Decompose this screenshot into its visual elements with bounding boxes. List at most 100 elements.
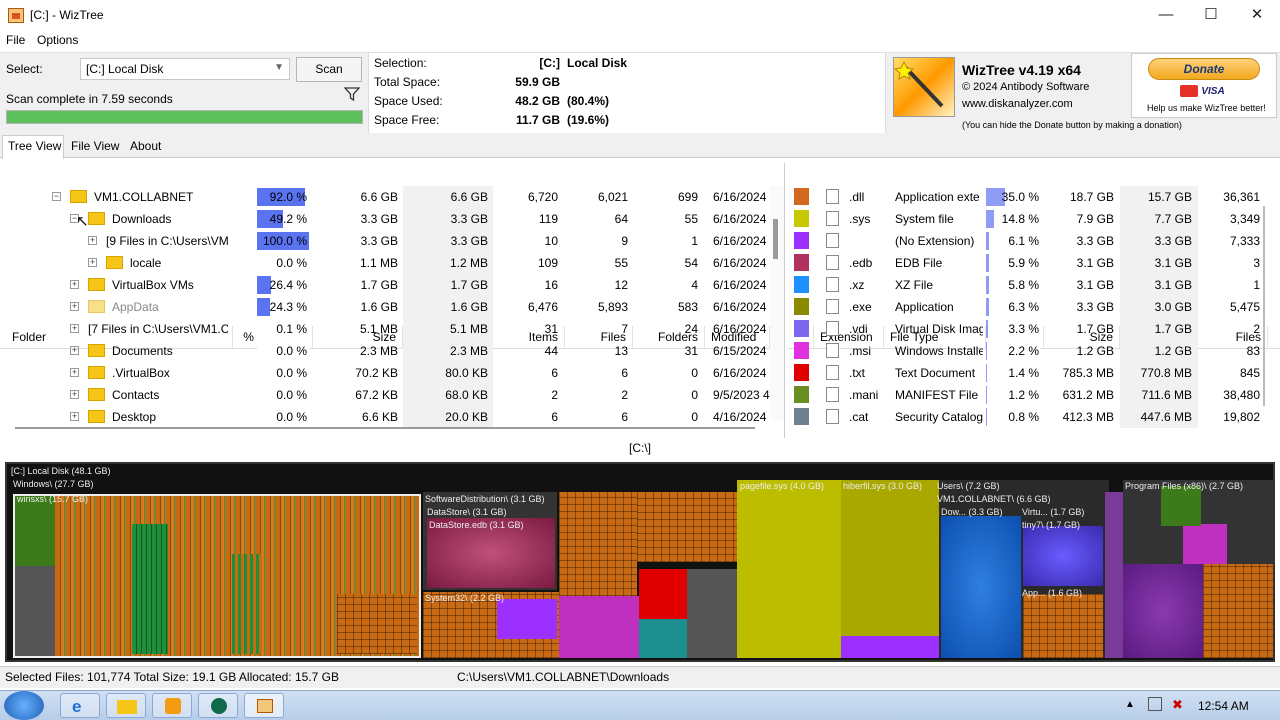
winsxs-block[interactable] <box>15 496 55 566</box>
minimize-button[interactable]: — <box>1146 4 1186 26</box>
extension-row[interactable]: .dll Application exte 35.0 % 18.7 GB 15.7 GB… <box>788 186 1268 208</box>
ext-vertical-scrollbar[interactable] <box>1258 186 1272 436</box>
tab-about[interactable]: About <box>130 139 161 153</box>
expand-toggle-icon[interactable]: + <box>70 384 84 406</box>
tiny7-vdi-block[interactable] <box>1023 526 1103 586</box>
extension-grid[interactable]: ExtensionFile TypePercentSizeAlloca... ▾… <box>788 163 1280 438</box>
tree-row[interactable]: + [7 Files in C:\Users\VM1.C 0.1 % 5.1 MB 5.… <box>0 318 784 340</box>
tree-row[interactable]: + AppData 24.3 % 1.6 GB 1.6 GB 6,476 5,893 583 6… <box>0 296 784 318</box>
extension-row[interactable]: (No Extension) 6.1 % 3.3 GB 3.3 GB 7,333 <box>788 230 1268 252</box>
tree-row[interactable]: + locale 0.0 % 1.1 MB 1.2 MB 109 55 54 6/16/2024 <box>0 252 784 274</box>
program-files-block[interactable] <box>1161 486 1201 526</box>
extension-row[interactable]: .mani MANIFEST File 1.2 % 631.2 MB 711.6 MB 3… <box>788 384 1268 406</box>
tree-rows: − VM1.COLLABNET 92.0 % 6.6 GB 6.6 GB 6,720 6,0… <box>0 186 784 428</box>
file-type: Windows Installe <box>895 344 983 358</box>
about-url-link[interactable]: www.diskanalyzer.com <box>962 98 1073 110</box>
drive-select[interactable]: [C:] Local Disk ▼ <box>80 58 290 80</box>
extension-row[interactable]: .edb EDB File 5.9 % 3.1 GB 3.1 GB 3 <box>788 252 1268 274</box>
size-value: 1.1 MB <box>359 256 398 270</box>
tab-file-view[interactable]: File View <box>71 139 119 153</box>
expand-toggle-icon[interactable]: + <box>70 318 84 340</box>
extension-row[interactable]: .cat Security Catalog 0.8 % 412.3 MB 447.6 M… <box>788 406 1268 428</box>
media-player-taskbar-icon[interactable] <box>152 693 192 718</box>
allocated-value: 3.3 GB <box>403 230 493 252</box>
extension-row[interactable]: .txt Text Document 1.4 % 785.3 MB 770.8 MB 84… <box>788 362 1268 384</box>
tree-row[interactable]: + VirtualBox VMs 26.4 % 1.7 GB 1.7 GB 16 12 4 6/… <box>0 274 784 296</box>
expand-toggle-icon[interactable]: + <box>70 296 84 318</box>
winsxs-block[interactable] <box>337 594 417 654</box>
extension-row[interactable]: .msi Windows Installe 2.2 % 1.2 GB 1.2 GB 83 <box>788 340 1268 362</box>
tree-hscroll-thumb[interactable] <box>15 427 755 429</box>
tree-vertical-scrollbar[interactable] <box>770 186 784 420</box>
extension-row[interactable]: .exe Application 6.3 % 3.3 GB 3.0 GB 5,475 <box>788 296 1268 318</box>
ext-allocated: 3.1 GB <box>1120 274 1198 296</box>
maximize-button[interactable]: ☐ <box>1191 4 1231 26</box>
extension-row[interactable]: .sys System file 14.8 % 7.9 GB 7.7 GB 3,349 <box>788 208 1268 230</box>
appdata-block[interactable] <box>1023 594 1103 658</box>
modified-value: 9/5/2023 4 <box>713 388 770 402</box>
windows-block[interactable] <box>559 492 637 596</box>
hiberfil-block[interactable] <box>841 636 939 658</box>
winsxs-block[interactable] <box>132 524 168 654</box>
ext-files: 5,475 <box>1229 300 1260 314</box>
explorer-taskbar-icon[interactable] <box>106 693 146 718</box>
scan-button[interactable]: Scan <box>296 57 362 82</box>
wiztree-logo-icon <box>893 57 955 117</box>
tree-row[interactable]: + [9 Files in C:\Users\VM1 100.0 % 3.3 GB 3.… <box>0 230 784 252</box>
users-block[interactable] <box>1105 492 1123 658</box>
volume-muted-icon[interactable]: ✖ <box>1172 697 1183 713</box>
percent-of-parent: 0.0 % <box>276 388 307 402</box>
tree-row[interactable]: + Documents 0.0 % 2.3 MB 2.3 MB 44 13 31 6/15/20… <box>0 340 784 362</box>
expand-toggle-icon[interactable]: − <box>52 186 66 208</box>
tab-tree-view[interactable]: Tree View <box>8 139 61 153</box>
windows-block[interactable] <box>559 596 639 658</box>
downloads-block[interactable] <box>941 516 1021 658</box>
tree-horizontal-scrollbar[interactable] <box>5 422 765 434</box>
program-files-block[interactable] <box>1203 564 1273 658</box>
window-title: [C:] - WizTree <box>30 8 104 22</box>
menu-options[interactable]: Options <box>37 33 78 47</box>
extension-row[interactable]: .xz XZ File 5.8 % 3.1 GB 3.1 GB 1 <box>788 274 1268 296</box>
tray-expand-icon[interactable]: ▲ <box>1125 699 1135 710</box>
program-files-block[interactable] <box>1123 564 1203 658</box>
treemap-label: Program Files (x86)\ (2.7 GB) <box>1125 481 1244 491</box>
color-swatch <box>794 188 809 205</box>
extension-name: .mani <box>849 388 879 402</box>
ie-taskbar-icon[interactable]: e <box>60 693 100 718</box>
close-button[interactable]: ✕ <box>1237 4 1277 26</box>
hiberfil-block[interactable] <box>841 480 939 658</box>
wiztree-taskbar-icon[interactable] <box>244 693 284 718</box>
expand-toggle-icon[interactable]: + <box>88 230 102 252</box>
program-files-block[interactable] <box>1183 524 1227 564</box>
folder-tree-grid[interactable]: Folder% of ParentSizeAllocated ▾ItemsFil… <box>0 163 785 438</box>
pagefile-block[interactable] <box>737 480 841 658</box>
items-value: 2 <box>551 388 558 402</box>
winsxs-block[interactable] <box>15 566 55 656</box>
start-button-icon[interactable] <box>4 691 44 720</box>
windows-block[interactable] <box>687 569 737 658</box>
tree-row[interactable]: + Contacts 0.0 % 67.2 KB 68.0 KB 2 2 0 9/5/2023 … <box>0 384 784 406</box>
extension-row[interactable]: .vdi Virtual Disk Imag 3.3 % 1.7 GB 1.7 GB 2 <box>788 318 1268 340</box>
menu-file[interactable]: File <box>6 33 25 47</box>
app-taskbar-icon[interactable] <box>198 693 238 718</box>
expand-toggle-icon[interactable]: + <box>70 340 84 362</box>
network-icon[interactable] <box>1148 697 1162 711</box>
windows-block[interactable] <box>639 619 687 658</box>
tree-scroll-thumb[interactable] <box>773 219 778 259</box>
taskbar-clock[interactable]: 12:54 AM <box>1198 699 1249 713</box>
ext-scroll-thumb[interactable] <box>1263 206 1265 406</box>
donate-button[interactable]: Donate <box>1148 58 1260 80</box>
windows-block[interactable] <box>639 569 687 619</box>
windows-block[interactable] <box>637 492 737 562</box>
expand-toggle-icon[interactable]: + <box>70 274 84 296</box>
tree-row[interactable]: + .VirtualBox 0.0 % 70.2 KB 80.0 KB 6 6 0 6/16/2… <box>0 362 784 384</box>
treemap[interactable]: [C:] Local Disk (48.1 GB) Windows\ (27.7 … <box>5 462 1275 662</box>
filter-icon[interactable] <box>344 86 360 102</box>
system32-block[interactable] <box>497 599 557 639</box>
files-value: 9 <box>621 234 628 248</box>
winsxs-block[interactable] <box>232 554 262 654</box>
expand-toggle-icon[interactable]: + <box>70 362 84 384</box>
expand-toggle-icon[interactable]: + <box>88 252 102 274</box>
tree-row[interactable]: − VM1.COLLABNET 92.0 % 6.6 GB 6.6 GB 6,720 6,0… <box>0 186 784 208</box>
tree-row[interactable]: − Downloads 49.2 % 3.3 GB 3.3 GB 119 64 55 6/16/… <box>0 208 784 230</box>
